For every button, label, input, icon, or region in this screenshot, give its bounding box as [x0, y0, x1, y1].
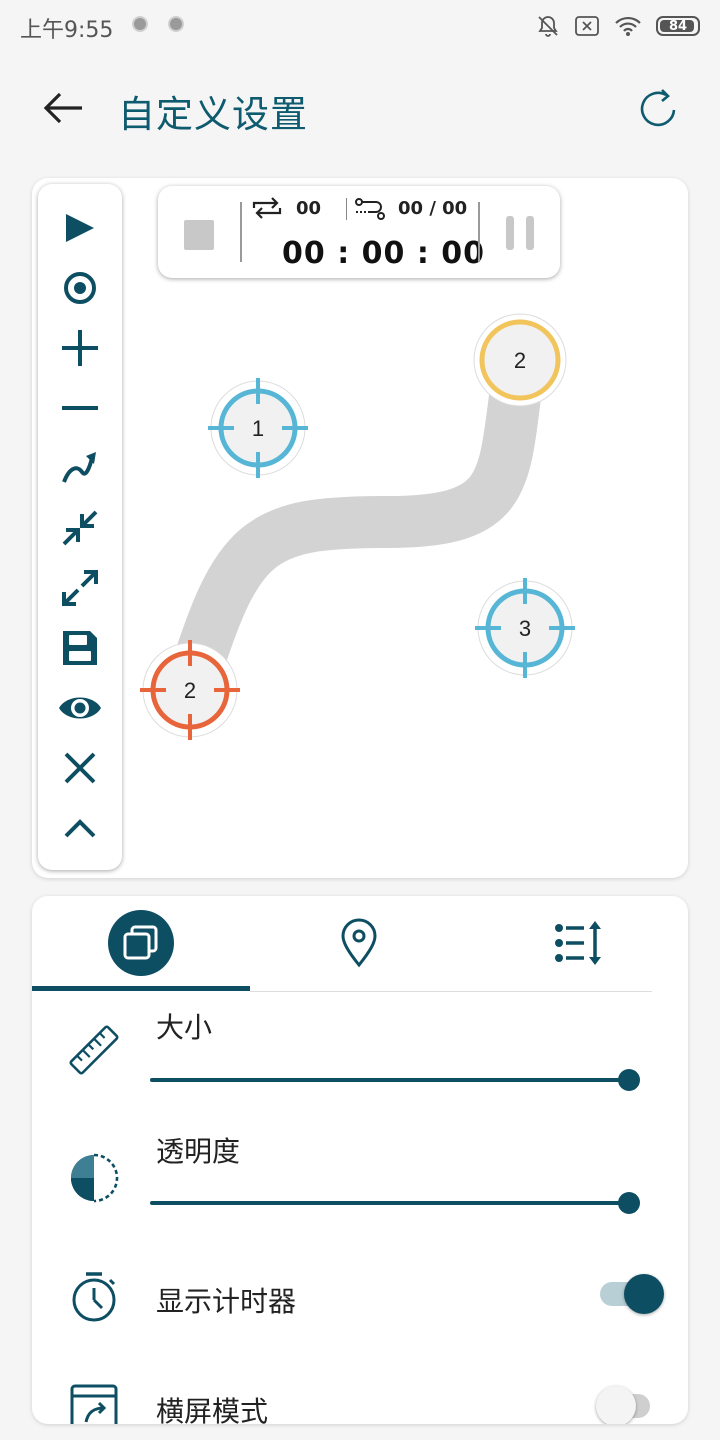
opacity-icon: [71, 1153, 119, 1203]
script-canvas: 1 2 2 3: [140, 313, 575, 740]
show-timer-toggle[interactable]: [600, 1274, 664, 1314]
wifi-icon: [615, 16, 641, 36]
add-swipe-button[interactable]: [38, 442, 122, 494]
page-title: 自定义设置: [118, 93, 308, 136]
back-button[interactable]: [40, 86, 88, 130]
notification-dot-icon: [132, 16, 148, 32]
divider: [346, 198, 347, 220]
chevron-up-icon: [64, 819, 96, 838]
elapsed-time: 00 : 00 : 00: [282, 236, 486, 271]
arrow-back-icon: [43, 92, 82, 124]
remove-button[interactable]: [38, 382, 122, 434]
preview-button[interactable]: [38, 682, 122, 734]
screen-rotation-icon: [70, 1384, 118, 1424]
collapse-toolbar-button[interactable]: [38, 802, 122, 854]
marker-label: 3: [519, 616, 531, 641]
opacity-slider[interactable]: [150, 1190, 640, 1216]
reset-button[interactable]: [636, 86, 680, 130]
divider: [240, 202, 242, 262]
status-bar: 上午9:55 84: [0, 0, 720, 52]
size-slider[interactable]: [150, 1067, 640, 1093]
swipe-icon: [62, 452, 96, 483]
divider: [478, 202, 480, 262]
bell-muted-icon: [538, 16, 558, 37]
ruler-icon: [69, 1025, 119, 1075]
stopwatch-icon: [72, 1272, 116, 1322]
battery-icon: 84: [656, 16, 700, 36]
marker-label: 2: [514, 348, 526, 373]
add-tap-button[interactable]: [38, 262, 122, 314]
save-icon: [63, 631, 97, 665]
list-sort-icon: [555, 921, 601, 965]
collapse-icon: [62, 510, 98, 546]
slider-thumb[interactable]: [618, 1192, 640, 1214]
landscape-mode-toggle[interactable]: [596, 1386, 664, 1424]
eye-icon: [59, 697, 101, 719]
target-icon: [64, 272, 96, 304]
tab-order[interactable]: [470, 896, 688, 990]
loop-count: 00: [296, 198, 322, 219]
marker-label: 2: [184, 678, 196, 703]
settings-panel: 大小 透明度 显示计时器 横屏模式: [32, 896, 688, 1424]
refresh-icon: [640, 89, 676, 127]
active-tab-indicator: [32, 986, 250, 991]
collapse-button[interactable]: [38, 502, 122, 554]
play-icon: [66, 214, 94, 242]
play-button[interactable]: [38, 202, 122, 254]
show-timer-label: 显示计时器: [156, 1285, 297, 1318]
tab-appearance[interactable]: [32, 896, 250, 990]
canvas-area[interactable]: 1 2 2 3 00 00 / 00 00: 00: 00: [32, 178, 688, 878]
plus-icon: [62, 330, 98, 366]
expand-button[interactable]: [38, 562, 122, 614]
save-button[interactable]: [38, 622, 122, 674]
loop-icon: [252, 197, 282, 219]
close-button[interactable]: [38, 742, 122, 794]
sequence-count: 00 / 00: [398, 198, 468, 219]
tab-location[interactable]: [250, 896, 468, 990]
status-time: 上午9:55: [20, 18, 114, 43]
notification-dot-icon: [168, 16, 184, 32]
marker-label: 1: [252, 416, 264, 441]
location-pin-icon: [341, 918, 377, 968]
landscape-mode-label: 横屏模式: [156, 1395, 269, 1424]
stop-button[interactable]: [184, 220, 214, 250]
tool-sidebar: [38, 184, 122, 870]
divider: [250, 991, 652, 992]
add-button[interactable]: [38, 322, 122, 374]
pause-button[interactable]: [506, 216, 534, 250]
opacity-label: 透明度: [156, 1135, 241, 1168]
battery-level: 84: [668, 18, 688, 34]
slider-thumb[interactable]: [618, 1069, 640, 1091]
layers-icon: [108, 910, 174, 976]
size-label: 大小: [156, 1011, 213, 1044]
sequence-icon: [355, 198, 385, 220]
close-icon: [64, 752, 96, 784]
app-bar: 自定义设置: [0, 70, 720, 146]
sim-off-icon: [575, 16, 599, 36]
expand-icon: [62, 570, 98, 606]
timer-panel: 00 00 / 00 00 : 00 : 00: [158, 186, 560, 278]
minus-icon: [62, 406, 98, 410]
